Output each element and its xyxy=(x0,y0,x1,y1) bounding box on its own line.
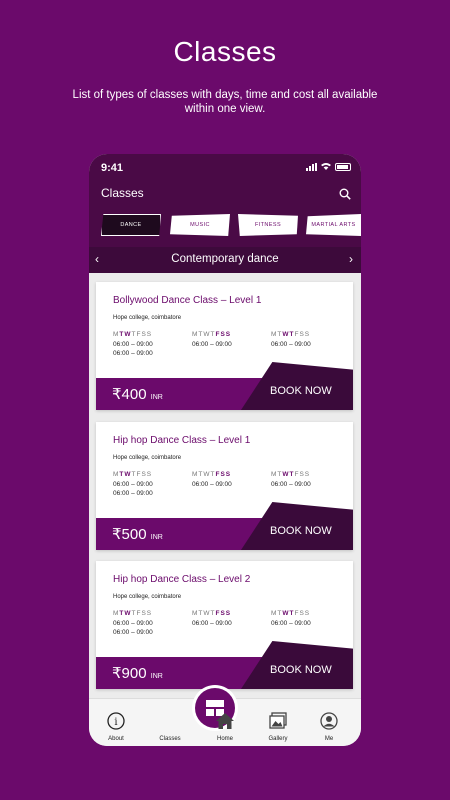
nav-label: Me xyxy=(324,736,334,742)
weekday-row: MTWTFSS xyxy=(192,331,232,338)
tab-label: MUSIC xyxy=(190,222,210,228)
class-card[interactable]: Bollywood Dance Class – Level 1 Hope col… xyxy=(96,282,353,410)
page-title: Classes xyxy=(101,186,144,200)
phone-screen: 9:41 Classes DANCE MUSIC FITNESS MARTIAL… xyxy=(89,154,361,746)
nav-label: Home xyxy=(216,736,233,742)
info-icon: i xyxy=(107,712,125,730)
book-now-label[interactable]: BOOK NOW xyxy=(270,664,332,676)
nav-classes-label-wrap[interactable]: Classes xyxy=(143,699,197,746)
tab-label: MARTIAL ARTS xyxy=(311,222,356,228)
home-icon xyxy=(216,713,234,729)
schedule-block: MTWTFSS 06:00 – 09:00 06:00 – 09:00 xyxy=(113,470,153,499)
weekday-row: MTWTFSS xyxy=(271,471,311,478)
tab-label: DANCE xyxy=(120,222,142,228)
tab-music[interactable]: MUSIC xyxy=(170,214,230,236)
class-price: ₹400 INR xyxy=(112,386,163,403)
schedule-time: 06:00 – 09:00 xyxy=(113,340,153,348)
hero-title: Classes xyxy=(173,36,277,67)
class-location: Hope college, coimbatore xyxy=(113,594,182,600)
status-icons xyxy=(306,162,351,172)
schedule-time: 06:00 – 09:00 xyxy=(192,480,232,488)
schedule-time: 06:00 – 09:00 xyxy=(113,490,153,497)
schedule-time: 06:00 – 09:00 xyxy=(113,619,153,627)
schedule-block: MTWTFSS 06:00 – 09:00 xyxy=(271,330,311,349)
wifi-icon xyxy=(321,162,331,172)
book-now-label[interactable]: BOOK NOW xyxy=(270,385,332,397)
nav-about[interactable]: i About xyxy=(89,699,143,746)
svg-text:i: i xyxy=(114,717,117,728)
class-location: Hope college, coimbatore xyxy=(113,455,182,461)
category-label: Contemporary dance xyxy=(171,253,279,265)
tab-label: FITNESS xyxy=(254,222,282,228)
hero-subtitle: List of types of classes with days, time… xyxy=(72,89,378,115)
nav-label: Classes xyxy=(159,736,181,742)
category-tabs: DANCE MUSIC FITNESS MARTIAL ARTS xyxy=(101,214,361,236)
schedule-time: 06:00 – 09:00 xyxy=(192,619,232,627)
tab-dance[interactable]: DANCE xyxy=(101,214,161,236)
schedule-block: MTWTFSS 06:00 – 09:00 06:00 – 09:00 xyxy=(113,330,153,359)
top-bar: 9:41 Classes DANCE MUSIC FITNESS MARTIAL… xyxy=(89,154,361,250)
class-title: Bollywood Dance Class – Level 1 xyxy=(113,295,262,306)
tab-martial-arts[interactable]: MARTIAL ARTS xyxy=(306,214,361,236)
schedule-time: 06:00 – 09:00 xyxy=(271,619,311,627)
schedule-block: MTWTFSS 06:00 – 09:00 06:00 – 09:00 xyxy=(113,609,153,638)
weekday-row: MTWTFSS xyxy=(192,610,232,617)
schedule-time: 06:00 – 09:00 xyxy=(113,350,153,357)
schedule-block: MTWTFSS 06:00 – 09:00 xyxy=(192,470,232,489)
weekday-row: MTWTFSS xyxy=(192,471,232,478)
status-time: 9:41 xyxy=(101,162,124,174)
nav-me[interactable]: Me xyxy=(302,699,356,746)
schedule-time: 06:00 – 09:00 xyxy=(271,340,311,348)
search-icon[interactable] xyxy=(339,188,351,200)
bottom-nav: i About Classes Home Gallery Me xyxy=(89,685,361,746)
class-location: Hope college, coimbatore xyxy=(113,315,182,321)
class-card[interactable]: Hip hop Dance Class – Level 2 Hope colle… xyxy=(96,561,353,689)
tab-fitness[interactable]: FITNESS xyxy=(238,214,298,236)
weekday-row: MTWTFSS xyxy=(113,331,153,338)
schedule-block: MTWTFSS 06:00 – 09:00 xyxy=(271,609,311,628)
weekday-row: MTWTFSS xyxy=(271,610,311,617)
weekday-row: MTWTFSS xyxy=(113,471,153,478)
profile-icon xyxy=(320,712,338,730)
chevron-right-icon[interactable]: › xyxy=(349,252,353,266)
nav-label: About xyxy=(108,736,124,742)
nav-gallery[interactable]: Gallery xyxy=(251,699,305,746)
nav-label: Gallery xyxy=(268,736,288,742)
schedule-block: MTWTFSS 06:00 – 09:00 xyxy=(271,470,311,489)
class-price: ₹500 INR xyxy=(112,526,163,543)
category-selector: ‹ Contemporary dance › xyxy=(89,247,361,273)
gallery-icon xyxy=(269,712,287,729)
schedule-time: 06:00 – 09:00 xyxy=(113,480,153,488)
battery-icon xyxy=(335,163,351,171)
class-title: Hip hop Dance Class – Level 2 xyxy=(113,574,251,585)
nav-home[interactable]: Home xyxy=(198,699,252,746)
weekday-row: MTWTFSS xyxy=(271,331,311,338)
schedule-time: 06:00 – 09:00 xyxy=(192,340,232,348)
schedule-time: 06:00 – 09:00 xyxy=(113,629,153,636)
schedule-time: 06:00 – 09:00 xyxy=(271,480,311,488)
class-card[interactable]: Hip hop Dance Class – Level 1 Hope colle… xyxy=(96,422,353,550)
schedule-block: MTWTFSS 06:00 – 09:00 xyxy=(192,609,232,628)
class-price: ₹900 INR xyxy=(112,665,163,682)
signal-icon xyxy=(306,163,317,171)
class-title: Hip hop Dance Class – Level 1 xyxy=(113,435,251,446)
schedule-block: MTWTFSS 06:00 – 09:00 xyxy=(192,330,232,349)
weekday-row: MTWTFSS xyxy=(113,610,153,617)
book-now-label[interactable]: BOOK NOW xyxy=(270,525,332,537)
